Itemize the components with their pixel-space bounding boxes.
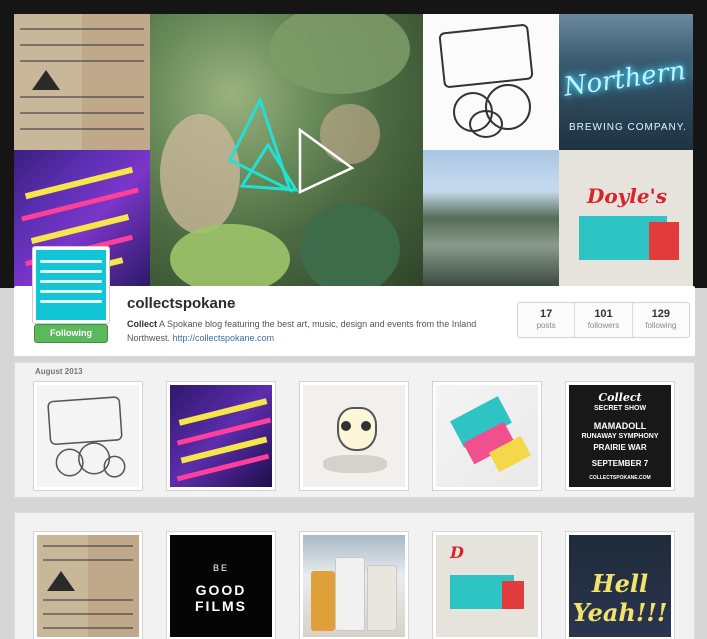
photo-thumbnail[interactable] [432,381,542,491]
following-button[interactable]: Following [34,324,108,343]
photo-hell-yeah: Hell Yeah!!! [569,535,671,637]
photo-thumbnail[interactable] [299,531,409,639]
profile-username[interactable]: collectspokane [127,295,235,312]
poster-line: Collect [598,391,642,404]
photo-good-films: BE GOOD FILMS [170,535,272,637]
neon-sign-subtext: BREWING COMPANY. [569,122,687,133]
profile-bio: Collect A Spokane blog featuring the bes… [127,317,487,345]
avatar-image [36,250,106,320]
feed-section-august-2013: August 2013 Collect SECRET SHOW MAMADOLL… [14,362,695,498]
bio-name: Collect [127,319,158,329]
profile-header-collage: Northern Lights BREWING COMPANY. Doyle's [0,0,707,288]
cassette-sketch-icon [47,396,126,478]
photo-screenprint [436,385,538,487]
photo-thumbnail[interactable] [299,381,409,491]
poster-line: COLLECTSPOKANE.COM [589,475,651,481]
triangle-overlay-icon [227,96,355,194]
photo-thumbnail[interactable]: D [432,531,542,639]
stat-label: following [645,321,677,330]
good-films-text: GOOD FILMS [195,582,247,614]
photo-cassette-tape [37,385,139,487]
be-text: BE [212,563,229,573]
feed-section-row-2: BE GOOD FILMS D Hell Yeah!!! [14,512,695,639]
poster-line: SECRET SHOW [593,405,647,412]
poster-line: PRAIRIE WAR [593,443,647,452]
stat-posts[interactable]: 17 posts [518,303,576,337]
stat-value: 129 [651,308,670,320]
photo-handwritten-type [37,535,139,637]
stat-value: 17 [540,308,553,320]
photo-thumbnail[interactable] [33,531,143,639]
photo-coffee-cups [303,535,405,637]
hell-yeah-text: Hell Yeah!!! [572,569,668,627]
collage-cassette-drawing[interactable] [423,14,559,150]
profile-info-bar: Following collectspokane - Collect A Spo… [14,246,695,356]
photo-thumbnail[interactable] [33,381,143,491]
poster-line: RUNAWAY SYMPHONY [581,433,659,440]
poster-line: MAMADOLL [593,421,647,431]
profile-stats: 17 posts 101 followers 129 following [517,302,690,338]
stat-label: posts [536,321,556,330]
stat-label: followers [587,321,620,330]
feed-date-label: August 2013 [35,367,83,376]
photo-california [170,385,272,487]
photo-secret-show-poster: Collect SECRET SHOW MAMADOLL RUNAWAY SYM… [569,385,671,487]
photo-bear-illustration [303,385,405,487]
bio-link[interactable]: http://collectspokane.com [173,333,275,343]
poster-line: SEPTEMBER 7 [591,459,649,468]
neon-sign-text: Northern Lights [561,43,693,103]
stat-following[interactable]: 129 following [633,303,689,337]
collage-northern-lights-image[interactable]: Northern Lights BREWING COMPANY. [559,14,693,150]
stat-value: 101 [594,308,613,320]
photo-thumbnail[interactable]: Collect SECRET SHOW MAMADOLL RUNAWAY SYM… [565,381,675,491]
collage-doyles-image[interactable]: Doyle's [559,150,693,286]
photo-thumbnail[interactable]: Hell Yeah!!! [565,531,675,639]
avatar[interactable] [32,246,110,324]
collage-handwriting-image[interactable] [14,14,150,150]
photo-thumbnail[interactable] [166,381,276,491]
username-suffix: - [232,297,236,311]
photo-doyles-print: D [436,535,538,637]
photo-thumbnail[interactable]: BE GOOD FILMS [166,531,276,639]
doyles-sign-text: Doyle's [587,184,668,208]
stat-followers[interactable]: 101 followers [575,303,633,337]
collage-river-image[interactable] [423,150,559,286]
